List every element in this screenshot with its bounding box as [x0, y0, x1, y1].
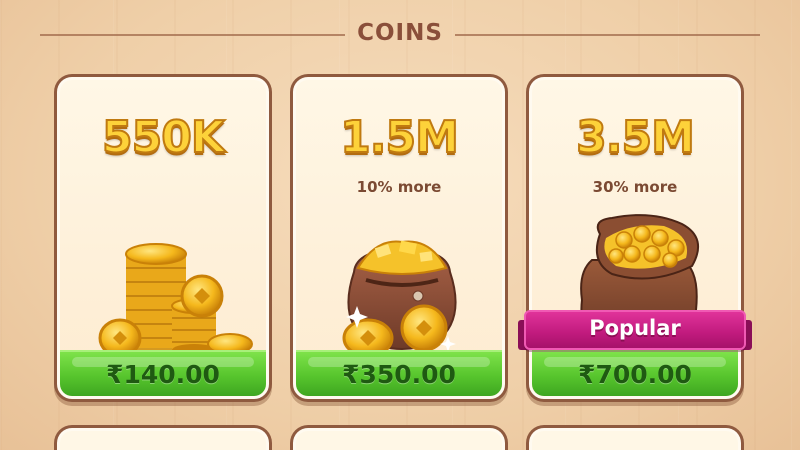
- popular-label: Popular: [589, 316, 681, 340]
- coin-offer-card-550k[interactable]: 550K ₹140.00: [54, 74, 272, 402]
- next-row-card-body: [57, 428, 269, 450]
- popular-badge: Popular: [518, 310, 752, 350]
- card-body: 1.5M 10% more ₹350.00: [293, 77, 505, 399]
- coin-offer-card-1-5m[interactable]: 1.5M 10% more ₹350.00: [290, 74, 508, 402]
- price-label: ₹350.00: [342, 360, 456, 389]
- price-button[interactable]: ₹140.00: [60, 350, 266, 396]
- price-button[interactable]: ₹700.00: [532, 350, 738, 396]
- section-header: COINS: [0, 14, 800, 54]
- next-row-card[interactable]: [54, 425, 272, 450]
- next-row-card-body: [293, 428, 505, 450]
- next-row-card-body: [529, 428, 741, 450]
- next-row-card[interactable]: [290, 425, 508, 450]
- bonus-label: 10% more: [356, 178, 442, 196]
- coin-amount: 550K: [101, 111, 226, 164]
- next-row-card[interactable]: [526, 425, 744, 450]
- bonus-label: 30% more: [592, 178, 678, 196]
- coin-stack-icon: [98, 243, 253, 358]
- card-body: 3.5M 30% more ₹700.00: [529, 77, 741, 399]
- price-label: ₹700.00: [578, 360, 692, 389]
- coin-amount: 1.5M: [339, 111, 460, 164]
- section-title: COINS: [357, 20, 443, 46]
- header-divider-right: [455, 34, 760, 36]
- card-body: 550K ₹140.00: [57, 77, 269, 399]
- coin-bag-icon: [342, 240, 457, 358]
- price-button[interactable]: ₹350.00: [296, 350, 502, 396]
- header-divider-left: [40, 34, 345, 36]
- price-label: ₹140.00: [106, 360, 220, 389]
- coin-offer-card-3-5m[interactable]: 3.5M 30% more ₹700.00: [526, 74, 744, 402]
- coin-amount: 3.5M: [575, 111, 696, 164]
